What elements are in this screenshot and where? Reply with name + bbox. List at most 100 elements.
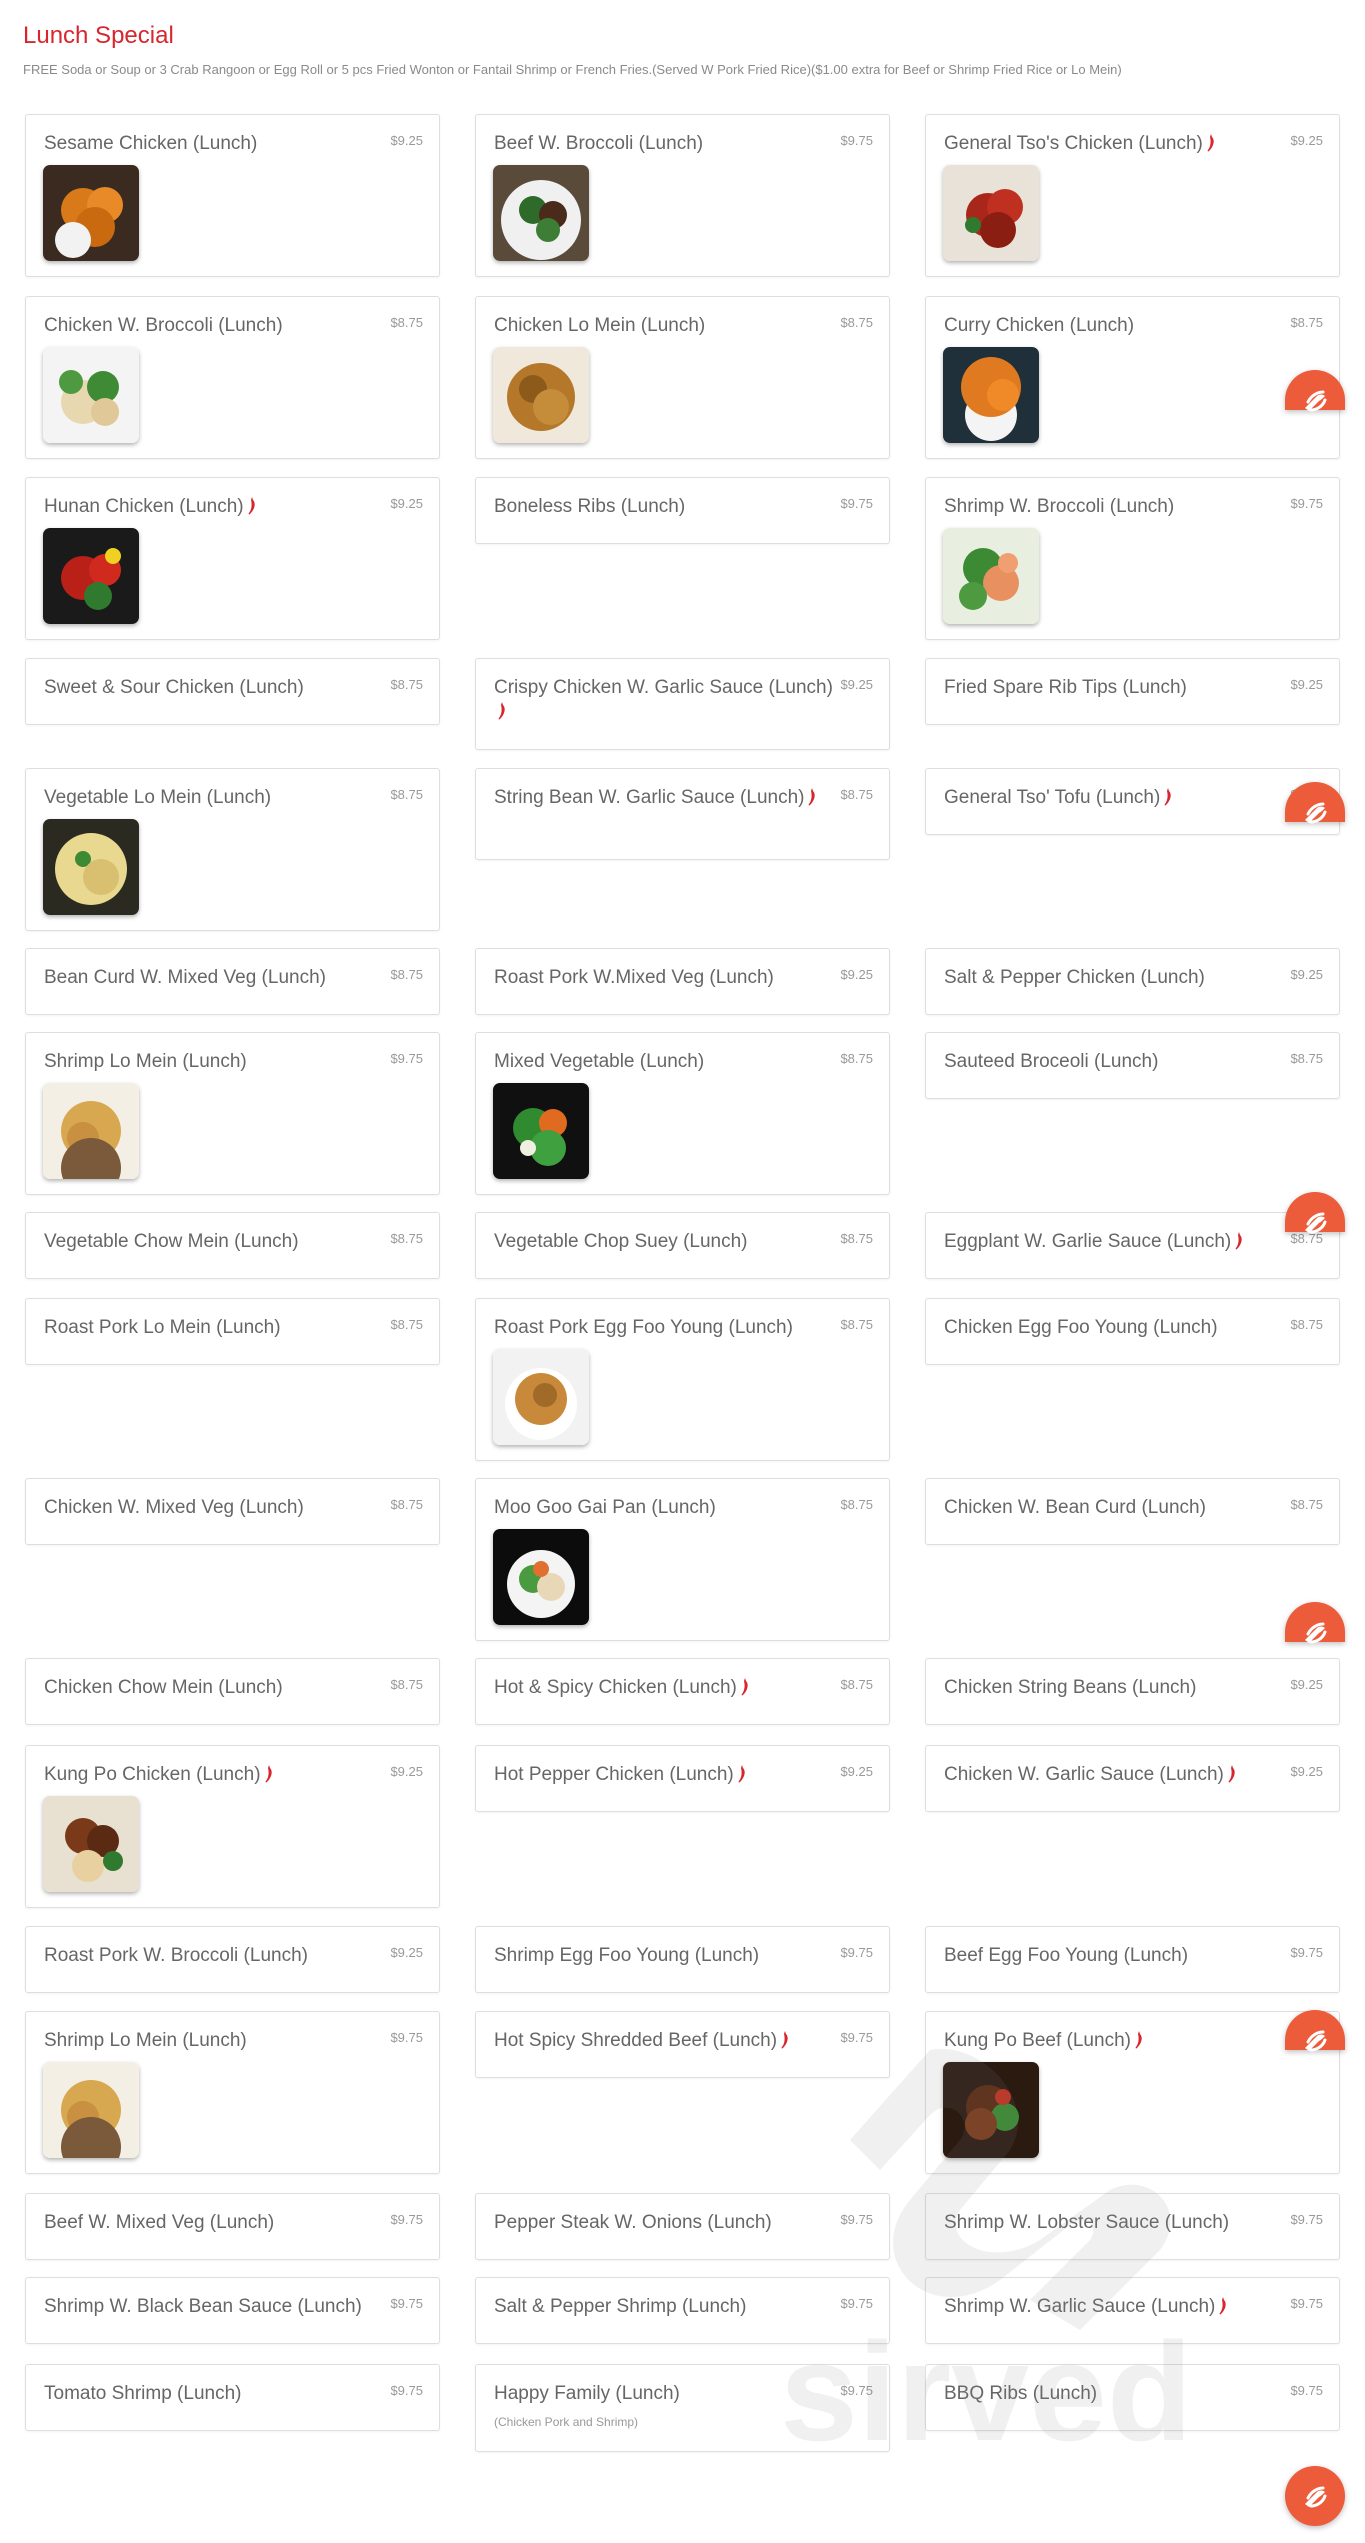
menu-item-card[interactable]: General Tso' Tofu (Lunch)$8.75 [925, 768, 1340, 835]
sirved-fork-icon[interactable] [1285, 1602, 1345, 1644]
menu-item-price: $9.25 [1290, 133, 1323, 148]
menu-item-photo[interactable] [43, 528, 139, 624]
menu-item-card[interactable]: Roast Pork W.Mixed Veg (Lunch) $9.25 [475, 948, 890, 1015]
section-title: Lunch Special [23, 22, 174, 49]
menu-item-card[interactable]: Shrimp W. Lobster Sauce (Lunch) $9.75 [925, 2193, 1340, 2260]
menu-item-card[interactable]: Shrimp W. Broccoli (Lunch) $9.75 [925, 477, 1340, 640]
menu-item-card[interactable]: BBQ Ribs (Lunch) $9.75 [925, 2364, 1340, 2431]
menu-item-name: Vegetable Lo Mein (Lunch) [44, 786, 384, 810]
menu-item-card[interactable]: Shrimp Lo Mein (Lunch) $9.75 [25, 2011, 440, 2174]
menu-item-card[interactable]: Chicken W. Mixed Veg (Lunch) $8.75 [25, 1478, 440, 1545]
menu-item-photo[interactable] [43, 1796, 139, 1892]
menu-item-price: $9.75 [390, 1051, 423, 1066]
menu-item-name-text: Kung Po Beef (Lunch) [944, 2030, 1131, 2051]
menu-item-card[interactable]: Chicken Lo Mein (Lunch) $8.75 [475, 296, 890, 459]
menu-item-card[interactable]: Fried Spare Rib Tips (Lunch) $9.25 [925, 658, 1340, 725]
menu-item-card[interactable]: Vegetable Chow Mein (Lunch) $8.75 [25, 1212, 440, 1279]
menu-item-photo[interactable] [943, 528, 1039, 624]
menu-item-card[interactable]: Shrimp Lo Mein (Lunch) $9.75 [25, 1032, 440, 1195]
menu-item-card[interactable]: Tomato Shrimp (Lunch) $9.75 [25, 2364, 440, 2431]
menu-item-name-text: Chicken Chow Mein (Lunch) [44, 1677, 283, 1698]
menu-item-card[interactable]: Hot & Spicy Chicken (Lunch) $8.75 [475, 1658, 890, 1725]
menu-item-name: Chicken Lo Mein (Lunch) [494, 314, 834, 338]
menu-item-card[interactable]: Curry Chicken (Lunch) $8.75 [925, 296, 1340, 459]
menu-item-name-text: Chicken String Beans (Lunch) [944, 1677, 1197, 1698]
menu-item-card[interactable]: Chicken W. Bean Curd (Lunch) $8.75 [925, 1478, 1340, 1545]
menu-item-name: Chicken W. Mixed Veg (Lunch) [44, 1496, 384, 1520]
menu-item-name-text: Mixed Vegetable (Lunch) [494, 1051, 705, 1072]
menu-item-card[interactable]: Roast Pork Lo Mein (Lunch) $8.75 [25, 1298, 440, 1365]
menu-item-name-text: Fried Spare Rib Tips (Lunch) [944, 677, 1187, 698]
menu-item-card[interactable]: Chicken String Beans (Lunch) $9.25 [925, 1658, 1340, 1725]
menu-item-price: $8.75 [1290, 1317, 1323, 1332]
menu-item-card[interactable]: Hot Spicy Shredded Beef (Lunch) $9.75 [475, 2011, 890, 2078]
menu-item-card[interactable]: Crispy Chicken W. Garlic Sauce (Lunch) $9… [475, 658, 890, 750]
menu-item-photo[interactable] [43, 2062, 139, 2158]
menu-item-photo[interactable] [43, 165, 139, 261]
menu-item-photo[interactable] [43, 347, 139, 443]
menu-item-card[interactable]: Roast Pork W. Broccoli (Lunch) $9.25 [25, 1926, 440, 1993]
menu-item-price: $9.75 [840, 2383, 873, 2398]
menu-item-card[interactable]: Vegetable Lo Mein (Lunch) $8.75 [25, 768, 440, 931]
menu-item-card[interactable]: Beef W. Broccoli (Lunch) $9.75 [475, 114, 890, 277]
menu-item-card[interactable]: Sauteed Broceoli (Lunch) $8.75 [925, 1032, 1340, 1099]
menu-item-card[interactable]: Chicken W. Garlic Sauce (Lunch) $9.25 [925, 1745, 1340, 1812]
menu-item-card[interactable]: Shrimp W. Black Bean Sauce (Lunch) $9.75 [25, 2277, 440, 2344]
menu-item-card[interactable]: Kung Po Chicken (Lunch) $9.25 [25, 1745, 440, 1908]
menu-item-card[interactable]: Chicken Chow Mein (Lunch) $8.75 [25, 1658, 440, 1725]
menu-item-card[interactable]: Bean Curd W. Mixed Veg (Lunch) $8.75 [25, 948, 440, 1015]
menu-item-name: Shrimp W. Lobster Sauce (Lunch) [944, 2211, 1284, 2235]
sirved-fork-icon[interactable] [1285, 2466, 1345, 2526]
menu-item-photo[interactable] [493, 1349, 589, 1445]
sirved-fork-icon[interactable] [1285, 1192, 1345, 1234]
menu-item-price: $8.75 [390, 787, 423, 802]
chili-pepper-icon [1215, 2296, 1227, 2317]
menu-item-card[interactable]: Roast Pork Egg Foo Young (Lunch) $8.75 [475, 1298, 890, 1461]
menu-item-card[interactable]: Hot Pepper Chicken (Lunch) $9.25 [475, 1745, 890, 1812]
menu-item-card[interactable]: Shrimp Egg Foo Young (Lunch) $9.75 [475, 1926, 890, 1993]
menu-item-card[interactable]: String Bean W. Garlic Sauce (Lunch) $8.75 [475, 768, 890, 860]
menu-item-card[interactable]: Hunan Chicken (Lunch) $9.25 [25, 477, 440, 640]
menu-item-card[interactable]: Pepper Steak W. Onions (Lunch) $9.75 [475, 2193, 890, 2260]
menu-item-photo[interactable] [493, 1083, 589, 1179]
menu-item-card[interactable]: General Tso's Chicken (Lunch) $9.25 [925, 114, 1340, 277]
menu-item-photo[interactable] [943, 165, 1039, 261]
menu-item-card[interactable]: Chicken W. Broccoli (Lunch) $8.75 [25, 296, 440, 459]
menu-item-name: Hunan Chicken (Lunch) [44, 495, 384, 519]
menu-item-card[interactable]: Shrimp W. Garlic Sauce (Lunch) $9.75 [925, 2277, 1340, 2344]
menu-item-card[interactable]: Eggplant W. Garlie Sauce (Lunch) $8.75 [925, 1212, 1340, 1279]
menu-item-photo[interactable] [943, 347, 1039, 443]
menu-item-photo[interactable] [43, 819, 139, 915]
menu-item-card[interactable]: Vegetable Chop Suey (Lunch) $8.75 [475, 1212, 890, 1279]
menu-item-photo[interactable] [43, 1083, 139, 1179]
menu-item-card[interactable]: Kung Po Beef (Lunch)$9.75 [925, 2011, 1340, 2174]
menu-item-card[interactable]: Beef Egg Foo Young (Lunch) $9.75 [925, 1926, 1340, 1993]
menu-item-name-text: Happy Family (Lunch) [494, 2383, 680, 2404]
menu-item-card[interactable]: Chicken Egg Foo Young (Lunch) $8.75 [925, 1298, 1340, 1365]
menu-item-name: Shrimp Egg Foo Young (Lunch) [494, 1944, 834, 1968]
menu-item-card[interactable]: Mixed Vegetable (Lunch) $8.75 [475, 1032, 890, 1195]
menu-item-card[interactable]: Salt & Pepper Shrimp (Lunch) $9.75 [475, 2277, 890, 2344]
menu-item-photo[interactable] [493, 1529, 589, 1625]
menu-item-card[interactable]: Salt & Pepper Chicken (Lunch) $9.25 [925, 948, 1340, 1015]
menu-item-name-text: Salt & Pepper Chicken (Lunch) [944, 967, 1205, 988]
menu-item-name-text: Vegetable Chop Suey (Lunch) [494, 1231, 748, 1252]
menu-item-card[interactable]: Boneless Ribs (Lunch) $9.75 [475, 477, 890, 544]
menu-item-card[interactable]: Happy Family (Lunch) $9.75 (Chicken Pork a… [475, 2364, 890, 2452]
menu-item-price: $8.75 [1290, 1051, 1323, 1066]
menu-item-price: $9.75 [1290, 2212, 1323, 2227]
menu-item-price: $9.75 [1290, 496, 1323, 511]
menu-item-photo[interactable] [493, 347, 589, 443]
menu-item-card[interactable]: Sweet & Sour Chicken (Lunch) $8.75 [25, 658, 440, 725]
menu-item-card[interactable]: Beef W. Mixed Veg (Lunch) $9.75 [25, 2193, 440, 2260]
menu-item-card[interactable]: Moo Goo Gai Pan (Lunch) $8.75 [475, 1478, 890, 1641]
menu-item-price: $9.75 [390, 2296, 423, 2311]
menu-item-price: $8.75 [390, 967, 423, 982]
menu-item-price: $9.25 [840, 1764, 873, 1779]
menu-item-photo[interactable] [493, 165, 589, 261]
menu-item-name-text: Salt & Pepper Shrimp (Lunch) [494, 2296, 747, 2317]
menu-item-name: General Tso's Chicken (Lunch) [944, 132, 1284, 156]
menu-item-card[interactable]: Sesame Chicken (Lunch) $9.25 [25, 114, 440, 277]
menu-item-photo[interactable] [943, 2062, 1039, 2158]
menu-item-price: $9.75 [390, 2030, 423, 2045]
